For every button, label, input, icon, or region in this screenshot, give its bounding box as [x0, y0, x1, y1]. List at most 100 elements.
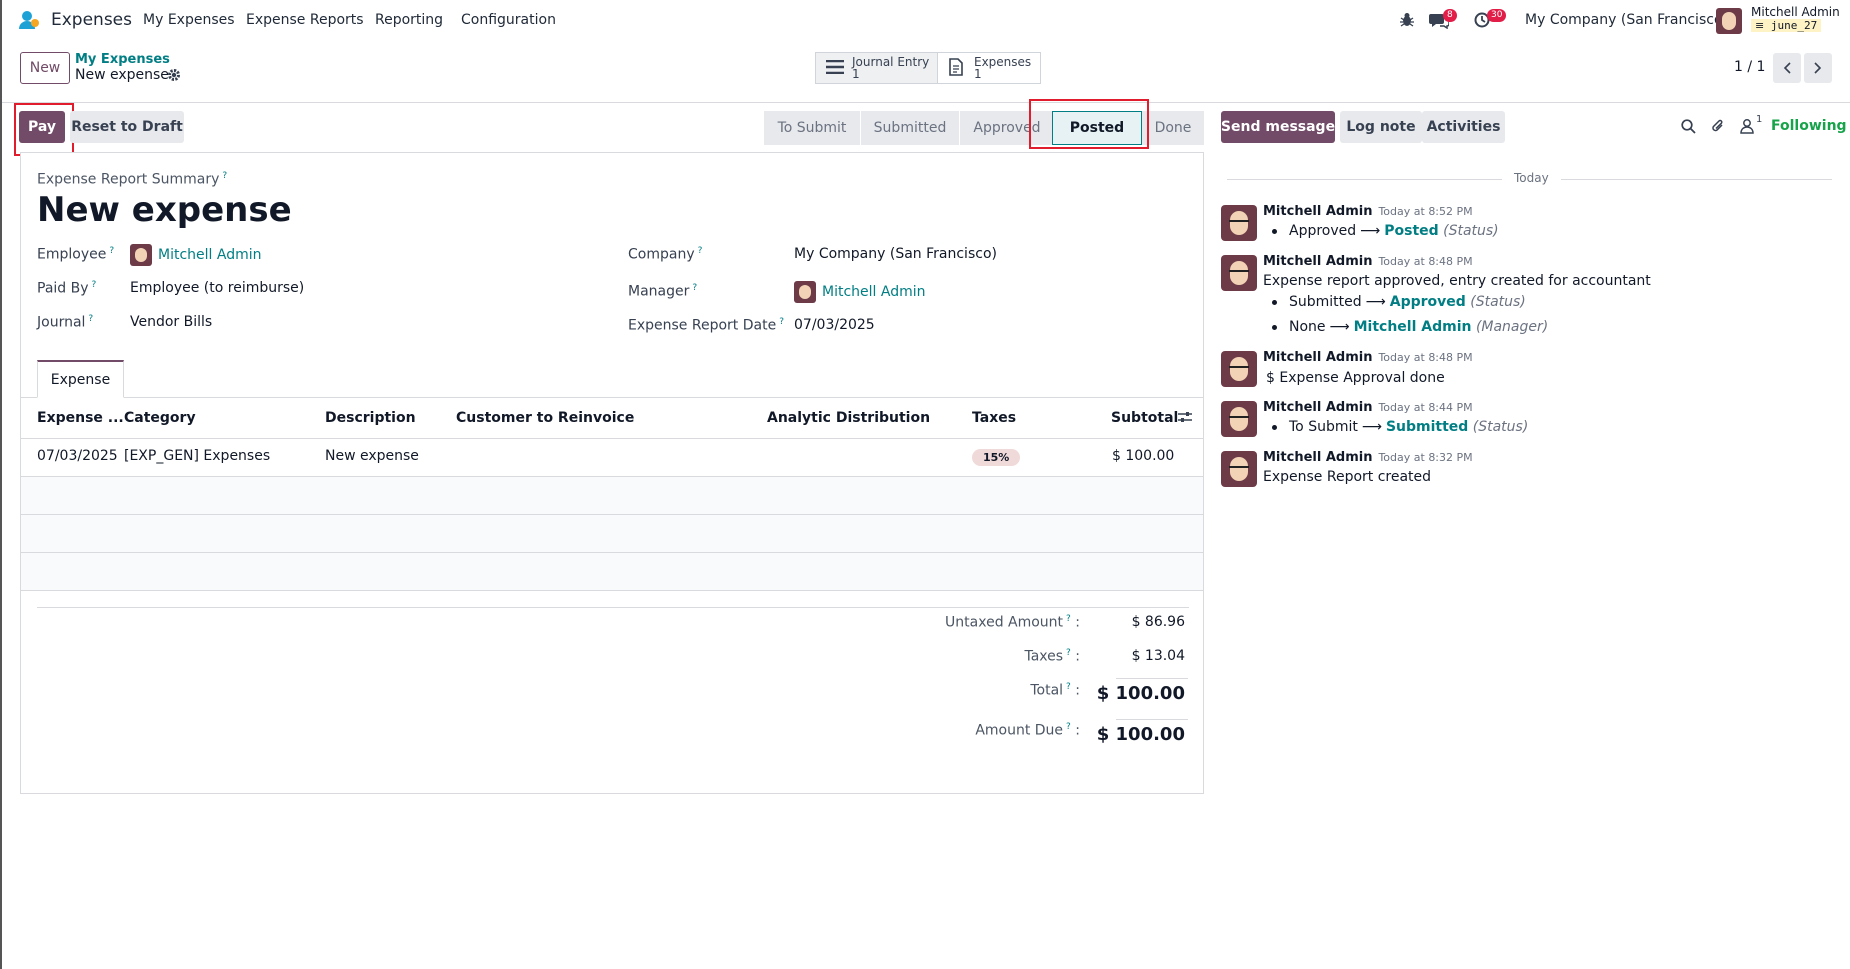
cell-description[interactable]: New expense	[325, 448, 419, 464]
message-time: Today at 8:32 PM	[1378, 451, 1473, 464]
stage-to-submit[interactable]: To Submit	[764, 111, 860, 145]
message-avatar[interactable]	[1221, 401, 1257, 437]
journal-field[interactable]: Vendor Bills	[130, 314, 212, 330]
message-time: Today at 8:52 PM	[1378, 205, 1473, 218]
employee-field[interactable]: Mitchell Admin	[130, 244, 262, 266]
cell-category[interactable]: [EXP_GEN] Expenses	[124, 448, 270, 464]
due-top-divider	[1116, 719, 1188, 720]
message-avatar[interactable]	[1221, 205, 1257, 241]
journal-label: Journal?	[37, 314, 94, 331]
column-header-taxes[interactable]: Taxes	[972, 410, 1016, 426]
following-button[interactable]: Following	[1771, 118, 1847, 134]
taxes-label: Taxes? :	[1024, 648, 1080, 665]
send-message-button[interactable]: Send message	[1221, 111, 1335, 143]
message-body: Expense Report created	[1263, 469, 1432, 485]
document-icon	[948, 57, 964, 79]
app-name[interactable]: Expenses	[51, 10, 132, 30]
activities-count-badge: 30	[1487, 9, 1507, 22]
expenses-app-icon[interactable]	[18, 10, 40, 30]
column-header-customer[interactable]: Customer to Reinvoice	[456, 410, 634, 426]
employee-avatar	[130, 244, 152, 266]
message-author[interactable]: Mitchell Admin Today at 8:48 PM	[1263, 254, 1473, 269]
message-author[interactable]: Mitchell Admin Today at 8:48 PM	[1263, 350, 1473, 365]
pager-next-button[interactable]	[1804, 53, 1832, 83]
stage-label: Done	[1154, 120, 1192, 136]
stage-label: To Submit	[777, 120, 847, 136]
user-name[interactable]: Mitchell Admin	[1751, 5, 1840, 19]
employee-link[interactable]: Mitchell Admin	[158, 247, 262, 263]
total-value: $ 100.00	[1096, 683, 1185, 704]
smart-button-count: 1	[974, 67, 982, 81]
smart-button-journal-entry[interactable]: Journal Entry 1	[815, 52, 938, 84]
page-title[interactable]: New expense	[37, 190, 292, 230]
column-header-category[interactable]: Category	[124, 410, 196, 426]
row-divider	[21, 590, 1203, 591]
pager-value[interactable]: 1 / 1	[1734, 59, 1765, 75]
message-time: Today at 8:48 PM	[1378, 351, 1473, 364]
smart-button-expenses[interactable]: Expenses 1	[937, 52, 1041, 84]
empty-row	[21, 553, 1203, 590]
highlight-pay	[14, 103, 74, 156]
breadcrumb-my-expenses[interactable]: My Expenses	[75, 52, 170, 67]
tab-label: Expense	[50, 371, 111, 388]
cell-date[interactable]: 07/03/2025	[37, 448, 118, 464]
message-avatar[interactable]	[1221, 351, 1257, 387]
log-note-button[interactable]: Log note	[1340, 111, 1422, 143]
manager-label: Manager?	[628, 283, 698, 300]
followers-icon[interactable]	[1740, 118, 1754, 138]
empty-row	[21, 477, 1203, 514]
message-author[interactable]: Mitchell Admin Today at 8:32 PM	[1263, 450, 1473, 465]
company-field[interactable]: My Company (San Francisco)	[794, 246, 997, 262]
empty-row	[21, 515, 1203, 552]
column-header-description[interactable]: Description	[325, 410, 416, 426]
search-icon[interactable]	[1681, 119, 1696, 138]
summary-label: Expense Report Summary?	[37, 171, 228, 188]
debug-bug-icon[interactable]	[1400, 12, 1414, 32]
date-separator: Today	[1502, 171, 1561, 185]
tracking-change: To Submit ⟶ Submitted (Status)	[1272, 419, 1528, 435]
tab-divider	[21, 397, 1203, 398]
menu-reporting[interactable]: Reporting	[375, 12, 443, 28]
stage-submitted[interactable]: Submitted	[860, 111, 959, 145]
menu-expense-reports[interactable]: Expense Reports	[246, 12, 364, 28]
tax-badge[interactable]: 15%	[972, 449, 1021, 466]
message-author[interactable]: Mitchell Admin Today at 8:44 PM	[1263, 400, 1473, 415]
column-header-analytic[interactable]: Analytic Distribution	[767, 410, 930, 426]
tracking-change: Submitted ⟶ Approved (Status)	[1272, 294, 1526, 310]
menu-configuration[interactable]: Configuration	[461, 12, 556, 28]
paid-by-field[interactable]: Employee (to reimburse)	[130, 280, 304, 296]
message-avatar[interactable]	[1221, 451, 1257, 487]
manager-field[interactable]: Mitchell Admin	[794, 281, 926, 303]
stage-label: Submitted	[873, 120, 947, 136]
user-avatar[interactable]	[1716, 8, 1742, 34]
pager-previous-button[interactable]	[1773, 53, 1801, 83]
message-avatar[interactable]	[1221, 255, 1257, 291]
new-button[interactable]: New	[20, 52, 70, 84]
company-label: Company?	[628, 246, 703, 263]
activities-button[interactable]: Activities	[1422, 111, 1505, 143]
paid-by-label: Paid By?	[37, 280, 97, 297]
database-name: ≡ june_27	[1751, 19, 1822, 32]
column-header-date[interactable]: Expense ...	[37, 410, 124, 426]
manager-link[interactable]: Mitchell Admin	[822, 284, 926, 300]
column-header-subtotal[interactable]: Subtotal	[1111, 410, 1178, 426]
paperclip-icon[interactable]	[1711, 118, 1725, 138]
stage-done[interactable]: Done	[1142, 111, 1204, 145]
taxes-value: $ 13.04	[1131, 648, 1185, 664]
menu-my-expenses[interactable]: My Expenses	[143, 12, 235, 28]
tab-expense[interactable]: Expense	[37, 360, 124, 398]
report-date-field[interactable]: 07/03/2025	[794, 317, 875, 333]
message-body: Expense report approved, entry created f…	[1263, 273, 1651, 289]
reset-to-draft-button[interactable]: Reset to Draft	[70, 111, 184, 143]
total-label: Total? :	[1030, 682, 1080, 699]
smart-button-label: Expenses	[974, 55, 1032, 69]
message-author[interactable]: Mitchell Admin Today at 8:52 PM	[1263, 204, 1473, 219]
chevron-right-icon	[1814, 62, 1822, 74]
message-body: $ Expense Approval done	[1266, 370, 1445, 386]
control-panel-divider	[2, 102, 1850, 103]
column-settings-icon[interactable]	[1178, 410, 1192, 428]
gear-icon[interactable]	[167, 68, 181, 86]
amount-due-value: $ 100.00	[1096, 724, 1185, 745]
company-switcher[interactable]: My Company (San Francisco)	[1525, 12, 1728, 28]
cell-subtotal[interactable]: $ 100.00	[1112, 448, 1174, 464]
